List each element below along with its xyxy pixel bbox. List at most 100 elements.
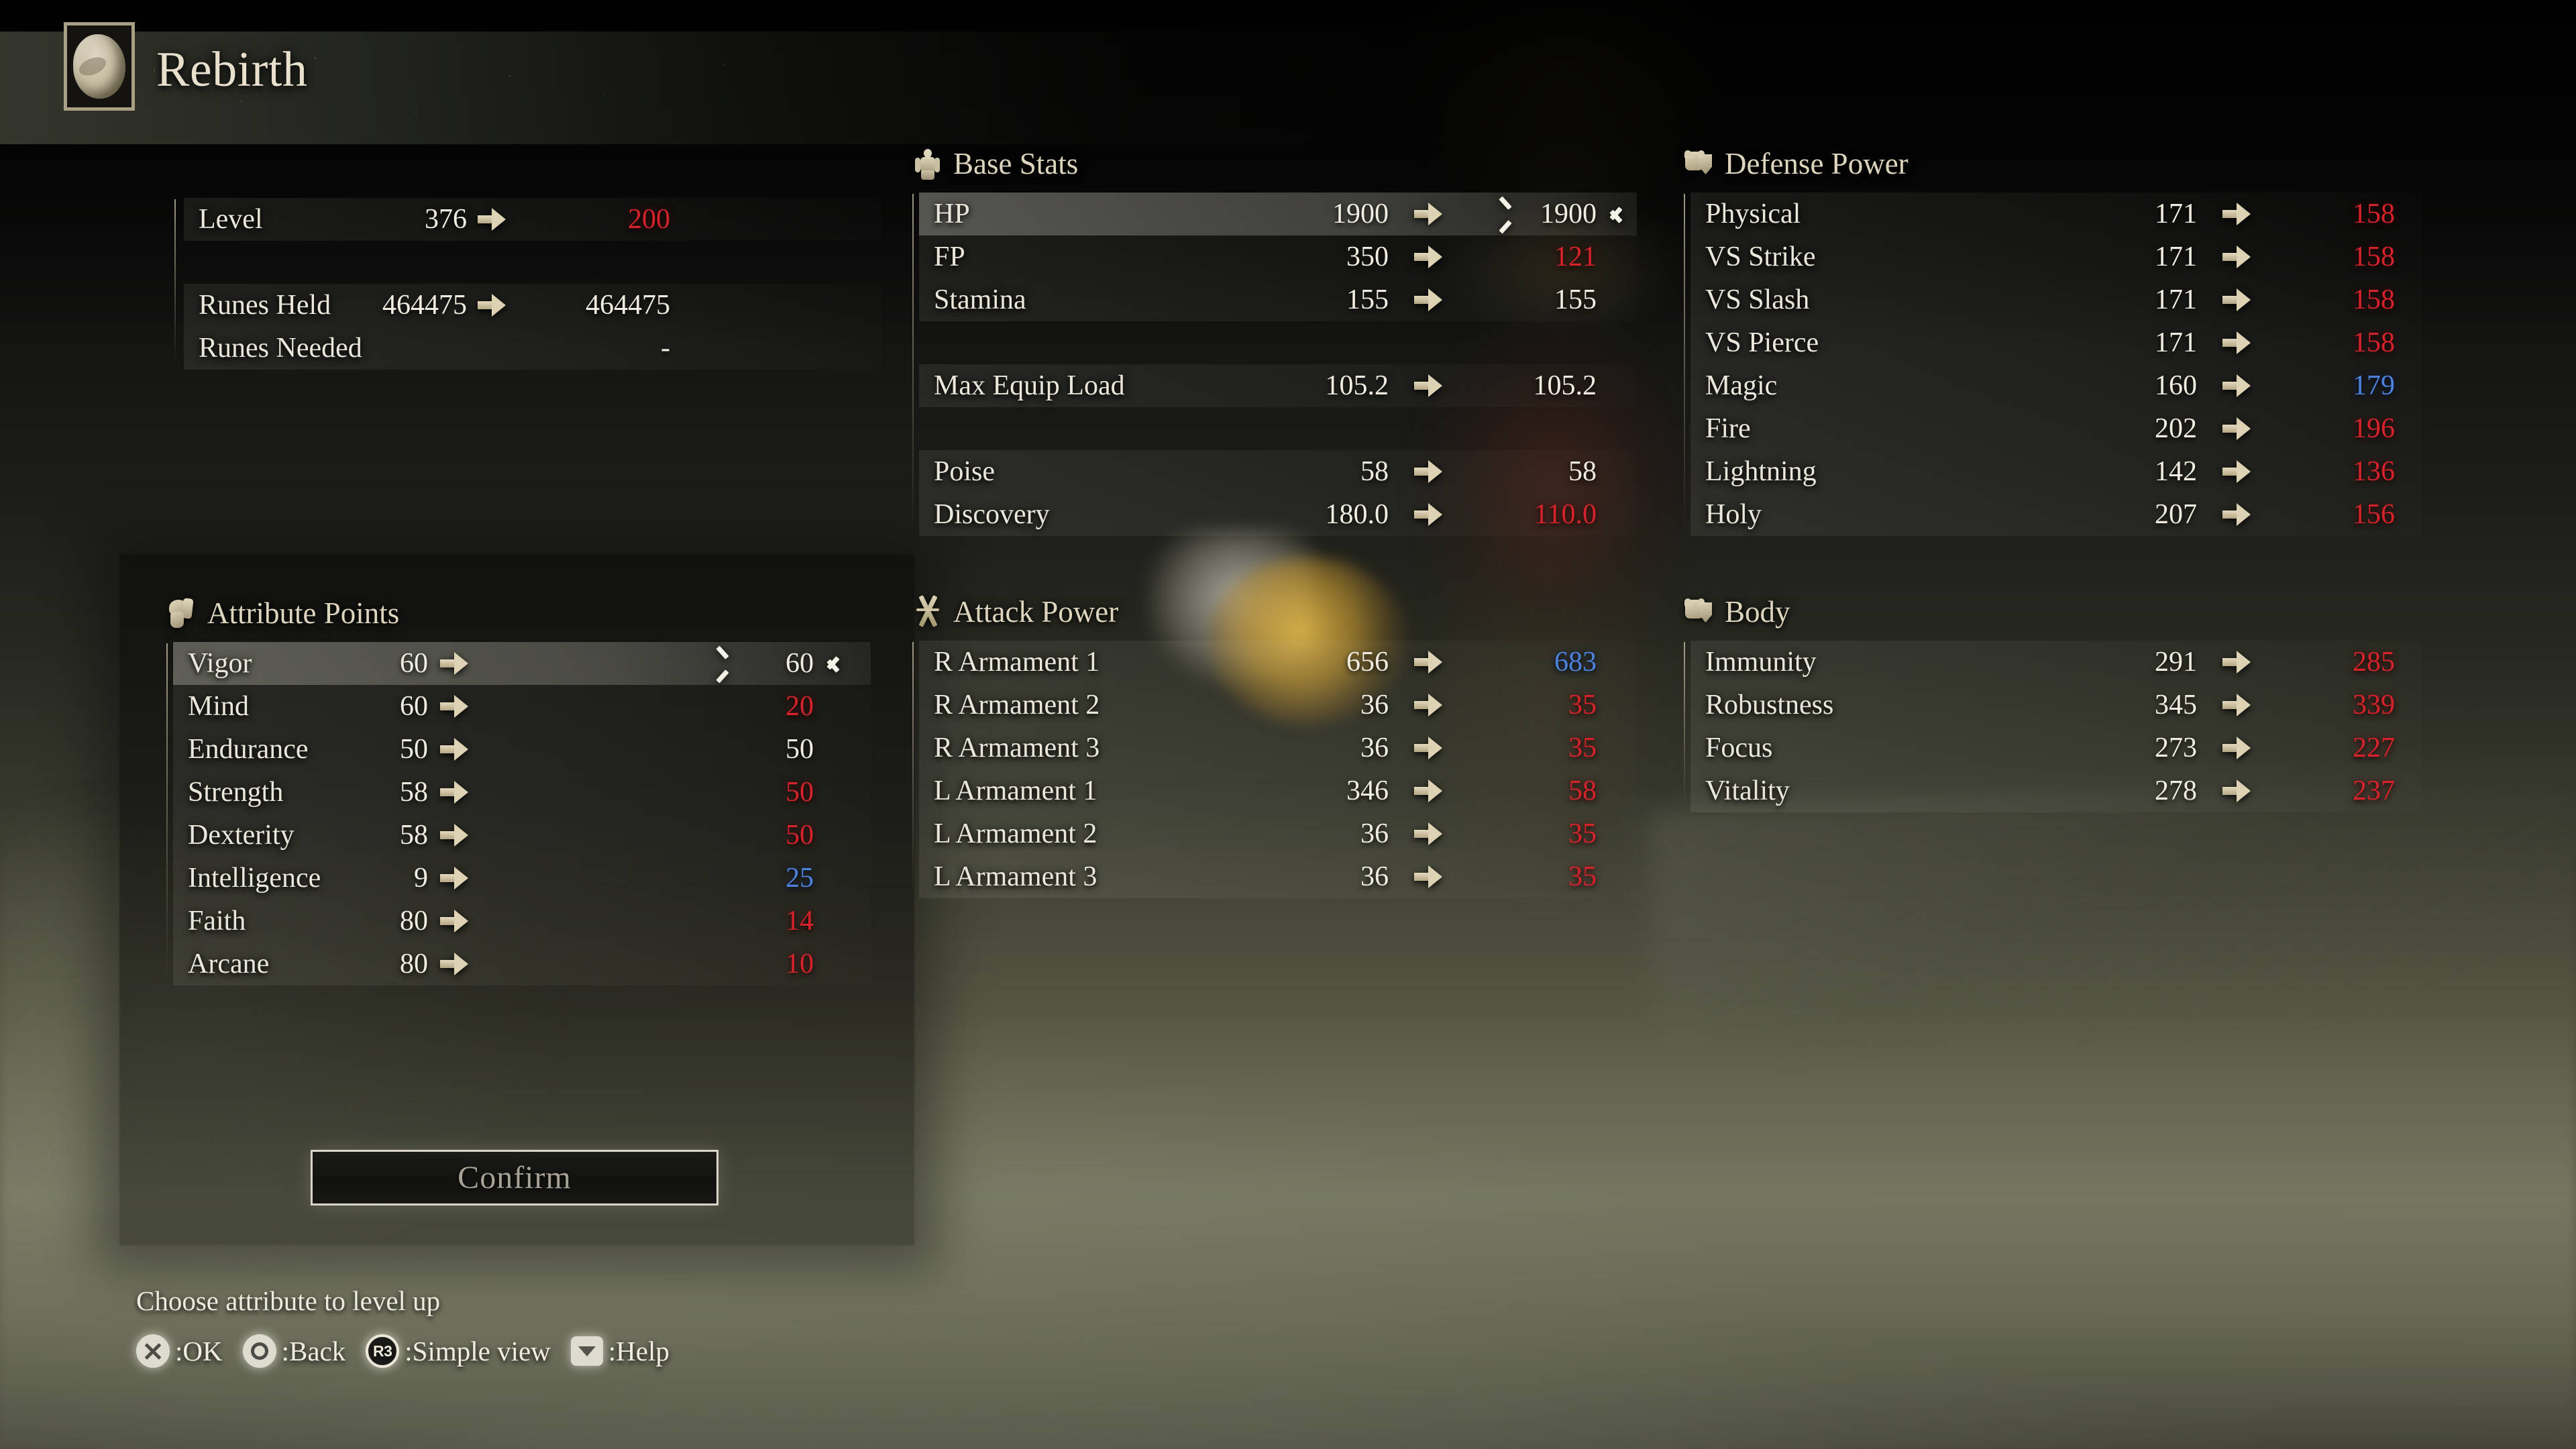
- stat-row-new-value: 196: [2353, 413, 2395, 444]
- stat-row: L Armament 1 346 58: [919, 769, 1637, 812]
- stat-row-old-value: 464475: [382, 290, 467, 321]
- attack-power-header: Attack Power: [912, 594, 1657, 629]
- decrease-chevron-icon[interactable]: [716, 645, 740, 684]
- stat-row-new-value: 155: [1554, 284, 1597, 315]
- crossed-swords-icon: [912, 594, 942, 628]
- stat-row: R Armament 2 36 35: [919, 684, 1637, 727]
- stat-row-old-value: 9: [414, 863, 428, 894]
- stat-row-new-value: 50: [786, 777, 814, 808]
- r3-button-icon[interactable]: R3: [366, 1334, 400, 1368]
- right-arrow-icon: [1414, 694, 1442, 716]
- stat-row-new-value: 237: [2353, 775, 2395, 806]
- button-prompt[interactable]: :Help: [570, 1335, 669, 1367]
- stat-row-new-value: 25: [786, 863, 814, 894]
- attribute-points-rows: Vigor 60 60 Mind 60 20 Endurance 50 50 Strength 58…: [166, 642, 891, 985]
- stat-row-new-value: 121: [1554, 241, 1597, 272]
- stat-row-old-value: 50: [400, 734, 428, 765]
- right-arrow-icon: [2222, 417, 2251, 440]
- stat-row: L Armament 2 36 35: [919, 812, 1637, 855]
- base-stats-title: Base Stats: [953, 147, 1079, 180]
- stat-row-new-value: 35: [1568, 733, 1597, 763]
- stat-row: Physical 171 158: [1690, 193, 2422, 235]
- stat-row[interactable]: Endurance 50 50: [173, 728, 871, 771]
- stat-row-label: Dexterity: [188, 820, 294, 851]
- stat-row[interactable]: Intelligence 9 25: [173, 857, 871, 900]
- circle-button-icon[interactable]: [242, 1334, 276, 1368]
- increase-chevron-icon[interactable]: [1605, 200, 1623, 228]
- stat-row-new-value: 464475: [586, 290, 670, 321]
- stat-row-label: Robustness: [1705, 690, 1834, 720]
- stat-row-label: Focus: [1705, 733, 1773, 763]
- stat-row-label: Immunity: [1705, 647, 1817, 678]
- stat-row-new-value: 35: [1568, 818, 1597, 849]
- stat-row[interactable]: Strength 58 50: [173, 771, 871, 814]
- stat-row: HP 1900 1900: [919, 193, 1637, 235]
- stat-row-old-value: 350: [1346, 241, 1389, 272]
- stat-row-old-value: 36: [1360, 690, 1389, 720]
- right-arrow-icon: [1414, 460, 1442, 483]
- right-arrow-icon: [1414, 822, 1442, 845]
- stat-row-old-value: 345: [2155, 690, 2197, 720]
- stat-row[interactable]: Arcane 80 10: [173, 943, 871, 985]
- stat-row[interactable]: Mind 60 20: [173, 685, 871, 728]
- stat-row-label: FP: [934, 241, 965, 272]
- right-arrow-icon: [1414, 737, 1442, 759]
- stat-row: Level 376 200: [184, 198, 881, 241]
- stat-row: VS Strike 171 158: [1690, 235, 2422, 278]
- stat-row-new-value: 158: [2353, 199, 2395, 229]
- body-title: Body: [1725, 595, 1790, 629]
- button-prompt[interactable]: :OK: [136, 1334, 223, 1368]
- button-prompt[interactable]: :Back: [242, 1334, 346, 1368]
- stat-row-old-value: 58: [1360, 456, 1389, 487]
- right-arrow-icon: [440, 824, 468, 847]
- defense-power-header: Defense Power: [1684, 146, 2442, 181]
- right-arrow-icon: [1414, 374, 1442, 397]
- stat-row-old-value: 142: [2155, 456, 2197, 487]
- stat-row-label: VS Pierce: [1705, 327, 1819, 358]
- dpad-down-icon[interactable]: [570, 1336, 603, 1366]
- embryo-icon: [64, 22, 135, 111]
- footer-button-prompts: :OK :Back R3:Simple view :Help: [136, 1334, 690, 1368]
- stat-row-old-value: 58: [400, 820, 428, 851]
- stat-row-new-value: 227: [2353, 733, 2395, 763]
- stat-row[interactable]: Vigor 60 60: [173, 642, 871, 685]
- stat-row-new-value: 179: [2353, 370, 2395, 401]
- stat-row-old-value: 202: [2155, 413, 2197, 444]
- stat-row[interactable]: Dexterity 58 50: [173, 814, 871, 857]
- stat-row-label: HP: [934, 199, 970, 229]
- stat-row-new-value: 50: [786, 820, 814, 851]
- attribute-points-title: Attribute Points: [207, 596, 400, 630]
- button-prompt[interactable]: R3:Simple view: [366, 1334, 551, 1368]
- stat-row: Robustness 345 339: [1690, 684, 2422, 727]
- stat-row: FP 350 121: [919, 235, 1637, 278]
- button-prompt-label: :Back: [281, 1336, 346, 1366]
- cross-button-icon[interactable]: [136, 1334, 170, 1368]
- armor-shield-icon: [1684, 148, 1713, 180]
- stat-row-old-value: 36: [1360, 861, 1389, 892]
- stat-row-label: L Armament 3: [934, 861, 1097, 892]
- stat-row-label: Vigor: [188, 648, 252, 679]
- stat-row-new-value: 10: [786, 949, 814, 979]
- right-arrow-icon: [440, 781, 468, 804]
- stat-row-new-value: 156: [2353, 499, 2395, 530]
- stat-row-new-value: 58: [1568, 775, 1597, 806]
- stat-row-old-value: 80: [400, 949, 428, 979]
- increase-chevron-icon[interactable]: [822, 649, 840, 678]
- decrease-chevron-icon[interactable]: [1499, 196, 1523, 234]
- body-rows: Immunity 291 285 Robustness 345 339 Focus 273 22…: [1684, 641, 2442, 812]
- stat-row[interactable]: Faith 80 14: [173, 900, 871, 943]
- right-arrow-icon: [1414, 246, 1442, 268]
- confirm-button[interactable]: Confirm: [311, 1150, 718, 1205]
- stat-row-new-value: 35: [1568, 861, 1597, 892]
- right-arrow-icon: [2222, 203, 2251, 225]
- stat-row-old-value: 656: [1346, 647, 1389, 678]
- stat-row-label: Vitality: [1705, 775, 1790, 806]
- stat-row-new-value: 60: [786, 648, 814, 679]
- stat-row: Max Equip Load 105.2 105.2: [919, 364, 1637, 407]
- stat-row-old-value: 171: [2155, 327, 2197, 358]
- stat-row-label: Mind: [188, 691, 250, 722]
- button-prompt-label: :OK: [175, 1336, 223, 1366]
- stat-row: L Armament 3 36 35: [919, 855, 1637, 898]
- base-stats-panel: Base Stats HP 1900 1900 FP 350 121 Stamina 155 1…: [912, 146, 1657, 536]
- page-title: Rebirth: [156, 42, 308, 97]
